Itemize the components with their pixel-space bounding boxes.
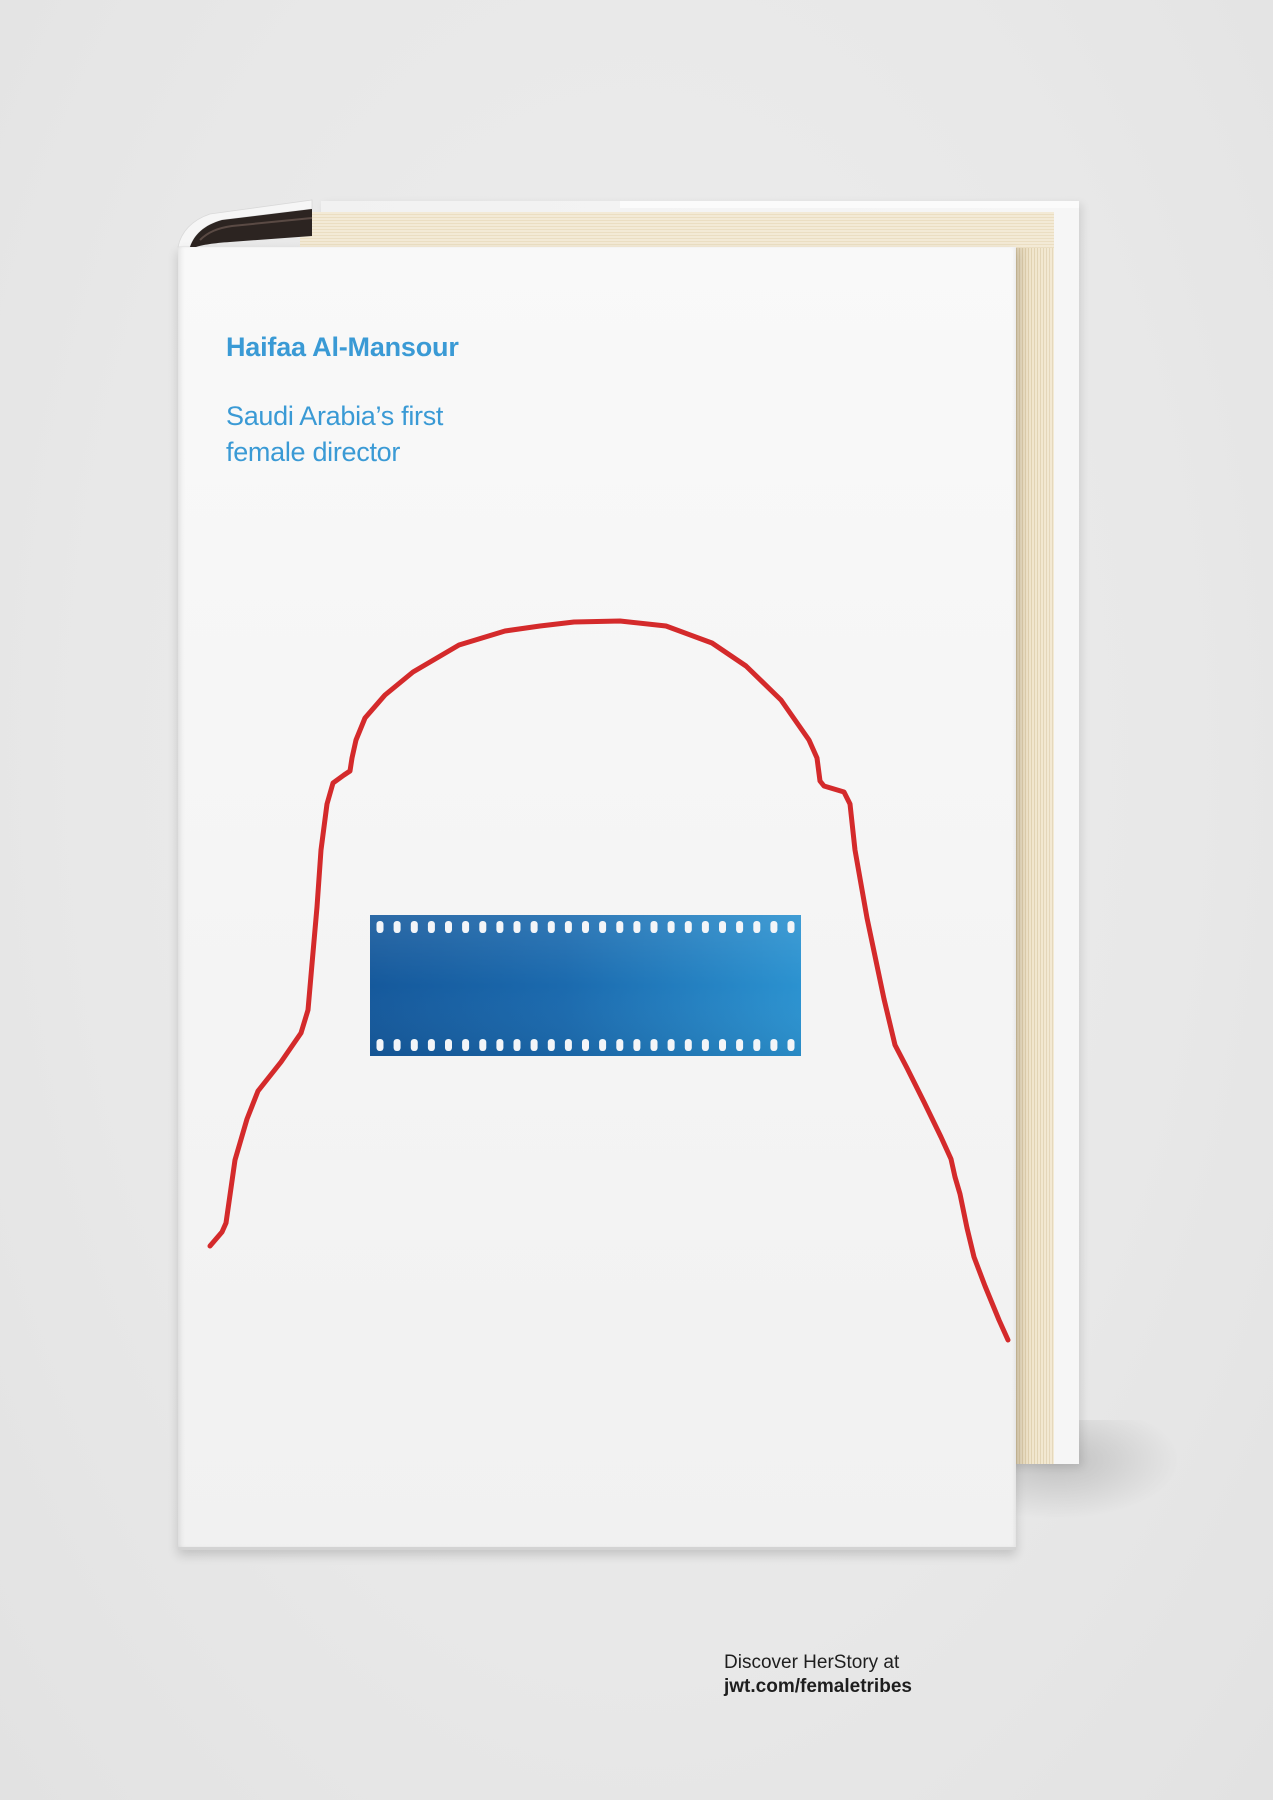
page-block-shade <box>1016 212 1054 1464</box>
front-cover: Haifaa Al-Mansour Saudi Arabia’s first f… <box>178 247 1016 1550</box>
poster: Haifaa Al-Mansour Saudi Arabia’s first f… <box>0 0 1273 1800</box>
subtitle-line: Saudi Arabia’s first <box>226 401 444 431</box>
footer-website-link[interactable]: jwt.com/femaletribes <box>724 1675 912 1699</box>
subtitle-line: female director <box>226 437 401 467</box>
cover-subtitle: Saudi Arabia’s first female director <box>226 398 443 470</box>
footer-call-to-action: Discover HerStory at jwt.com/femaletribe… <box>724 1651 912 1699</box>
author-name: Haifaa Al-Mansour <box>226 332 459 362</box>
footer-discover-text: Discover HerStory at <box>724 1652 900 1673</box>
